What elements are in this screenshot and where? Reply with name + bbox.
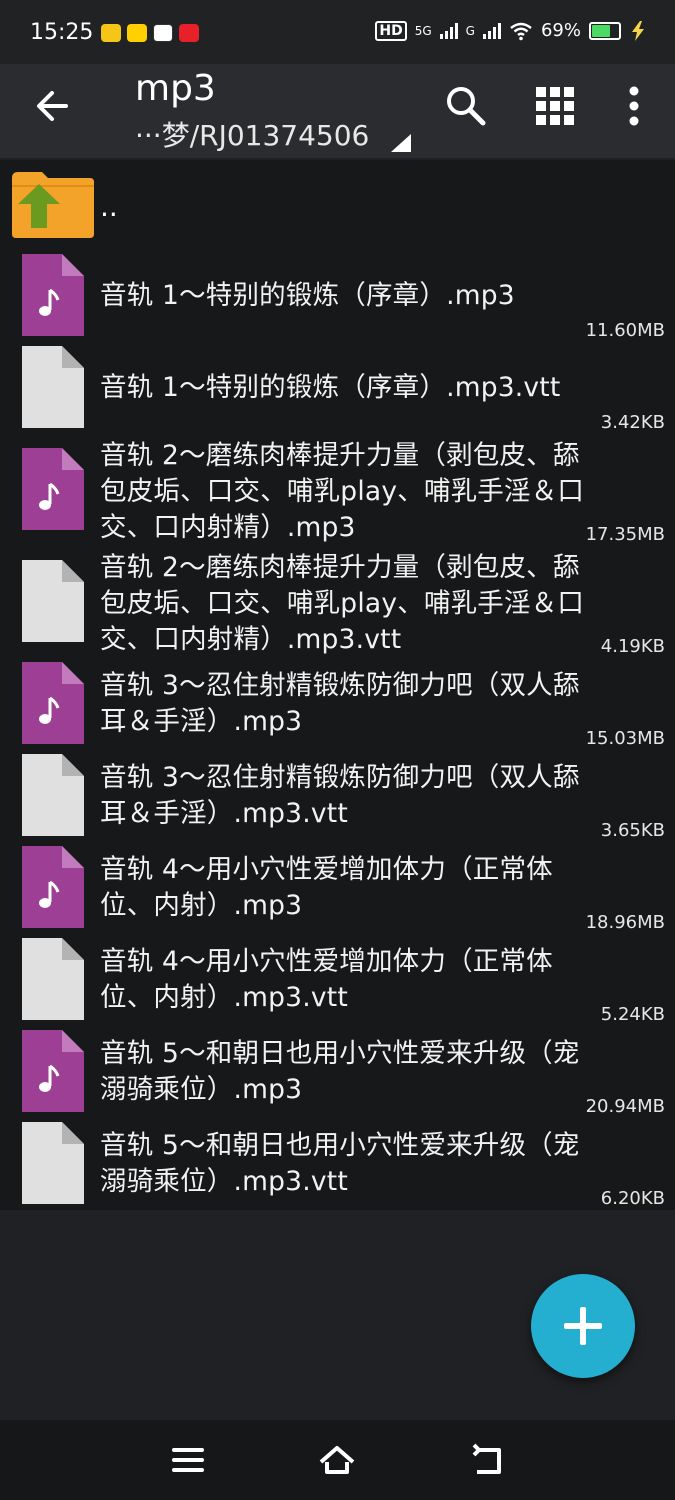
- file-size: 5.24KB: [600, 1004, 665, 1025]
- meituan-app-icon: [127, 24, 147, 42]
- red-app-icon: [179, 24, 199, 42]
- file-size: 17.35MB: [585, 524, 665, 545]
- notification-icons: [101, 24, 199, 42]
- path-dropdown-icon[interactable]: [391, 134, 411, 152]
- signal-5g-icon: [439, 22, 458, 39]
- file-row[interactable]: 音轨 5～和朝日也用小穴性爱来升级（宠溺骑乘位）.mp3.vtt 6.20KB: [0, 1120, 675, 1212]
- file-name: 音轨 1～特别的锻炼（序章）.mp3.vtt: [100, 372, 561, 403]
- search-icon[interactable]: [444, 84, 488, 128]
- file-icon: [22, 560, 84, 642]
- file-size: 3.65KB: [600, 820, 665, 841]
- parent-folder-label: ..: [100, 190, 118, 223]
- file-size: 4.19KB: [600, 636, 665, 657]
- more-options-icon[interactable]: [625, 84, 643, 128]
- file-icon: [22, 1122, 84, 1204]
- back-arrow-icon[interactable]: [30, 84, 80, 128]
- audio-file-icon: [22, 846, 84, 928]
- file-row[interactable]: 音轨 2～磨练肉棒提升力量（剥包皮、舔包皮垢、口交、哺乳play、哺乳手淫＆口交…: [0, 548, 675, 660]
- phone-manager-icon: [153, 24, 173, 42]
- file-name: 音轨 2～磨练肉棒提升力量（剥包皮、舔包皮垢、口交、哺乳play、哺乳手淫＆口交…: [100, 552, 585, 655]
- file-row[interactable]: 音轨 1～特别的锻炼（序章）.mp3 11.60MB: [0, 252, 675, 344]
- file-icon: [22, 938, 84, 1020]
- battery-percent: 69%: [540, 20, 581, 41]
- status-time: 15:25: [30, 20, 94, 45]
- audio-file-icon: [22, 448, 84, 530]
- battery-icon: [589, 21, 621, 40]
- file-icon: [22, 754, 84, 836]
- file-row[interactable]: 音轨 4～用小穴性爱增加体力（正常体位、内射）.mp3.vtt 5.24KB: [0, 936, 675, 1028]
- file-name: 音轨 3～忍住射精锻炼防御力吧（双人舔耳＆手淫）.mp3: [100, 670, 580, 737]
- file-list: .. 音轨 1～特别的锻炼（序章）.mp3 11.60MB 音轨 1～特别的锻炼…: [0, 160, 675, 1210]
- file-row[interactable]: 音轨 5～和朝日也用小穴性爱来升级（宠溺骑乘位）.mp3 20.94MB: [0, 1028, 675, 1120]
- file-row[interactable]: 音轨 3～忍住射精锻炼防御力吧（双人舔耳＆手淫）.mp3.vtt 3.65KB: [0, 752, 675, 844]
- network-5g-label: 5G: [414, 23, 432, 38]
- app-bar: mp3 ···梦/RJ01374506: [0, 64, 675, 158]
- file-size: 20.94MB: [585, 1096, 665, 1117]
- audio-file-icon: [22, 662, 84, 744]
- file-row[interactable]: 音轨 4～用小穴性爱增加体力（正常体位、内射）.mp3 18.96MB: [0, 844, 675, 936]
- file-icon: [22, 346, 84, 428]
- file-name: 音轨 4～用小穴性爱增加体力（正常体位、内射）.mp3.vtt: [100, 946, 553, 1013]
- audio-file-icon: [22, 1030, 84, 1112]
- file-name: 音轨 5～和朝日也用小穴性爱来升级（宠溺骑乘位）.mp3.vtt: [100, 1130, 580, 1197]
- back-icon[interactable]: [467, 1442, 507, 1478]
- parent-folder-row[interactable]: ..: [0, 160, 675, 244]
- network-g-label: G: [465, 23, 475, 38]
- menu-icon[interactable]: [168, 1442, 208, 1478]
- file-size: 15.03MB: [585, 728, 665, 749]
- folder-path[interactable]: ···梦/RJ01374506: [135, 114, 369, 154]
- mail-app-icon: [101, 24, 121, 42]
- file-size: 3.42KB: [600, 412, 665, 433]
- status-bar: 15:25 HD 5G G 69%: [0, 0, 675, 64]
- file-row[interactable]: 音轨 2～磨练肉棒提升力量（剥包皮、舔包皮垢、口交、哺乳play、哺乳手淫＆口交…: [0, 436, 675, 548]
- home-icon[interactable]: [317, 1442, 357, 1478]
- file-row[interactable]: 音轨 1～特别的锻炼（序章）.mp3.vtt 3.42KB: [0, 344, 675, 436]
- file-name: 音轨 3～忍住射精锻炼防御力吧（双人舔耳＆手淫）.mp3.vtt: [100, 762, 580, 829]
- file-name: 音轨 5～和朝日也用小穴性爱来升级（宠溺骑乘位）.mp3: [100, 1038, 580, 1105]
- charging-icon: [632, 20, 644, 41]
- add-fab-button[interactable]: [531, 1274, 635, 1378]
- file-name: 音轨 1～特别的锻炼（序章）.mp3: [100, 280, 515, 311]
- hd-badge: HD: [375, 20, 407, 41]
- grid-view-icon[interactable]: [535, 86, 575, 126]
- signal-g-icon: [482, 22, 501, 39]
- file-name: 音轨 2～磨练肉棒提升力量（剥包皮、舔包皮垢、口交、哺乳play、哺乳手淫＆口交…: [100, 440, 585, 543]
- folder-title: mp3: [135, 68, 216, 109]
- file-row[interactable]: 音轨 3～忍住射精锻炼防御力吧（双人舔耳＆手淫）.mp3 15.03MB: [0, 660, 675, 752]
- status-indicators: HD 5G G 69%: [375, 20, 647, 41]
- system-nav-bar: [0, 1420, 675, 1500]
- file-size: 6.20KB: [600, 1188, 665, 1209]
- file-size: 18.96MB: [585, 912, 665, 933]
- wifi-icon: [510, 22, 532, 40]
- file-size: 11.60MB: [585, 320, 665, 341]
- file-name: 音轨 4～用小穴性爱增加体力（正常体位、内射）.mp3: [100, 854, 553, 921]
- parent-folder-icon: [12, 172, 94, 238]
- audio-file-icon: [22, 254, 84, 336]
